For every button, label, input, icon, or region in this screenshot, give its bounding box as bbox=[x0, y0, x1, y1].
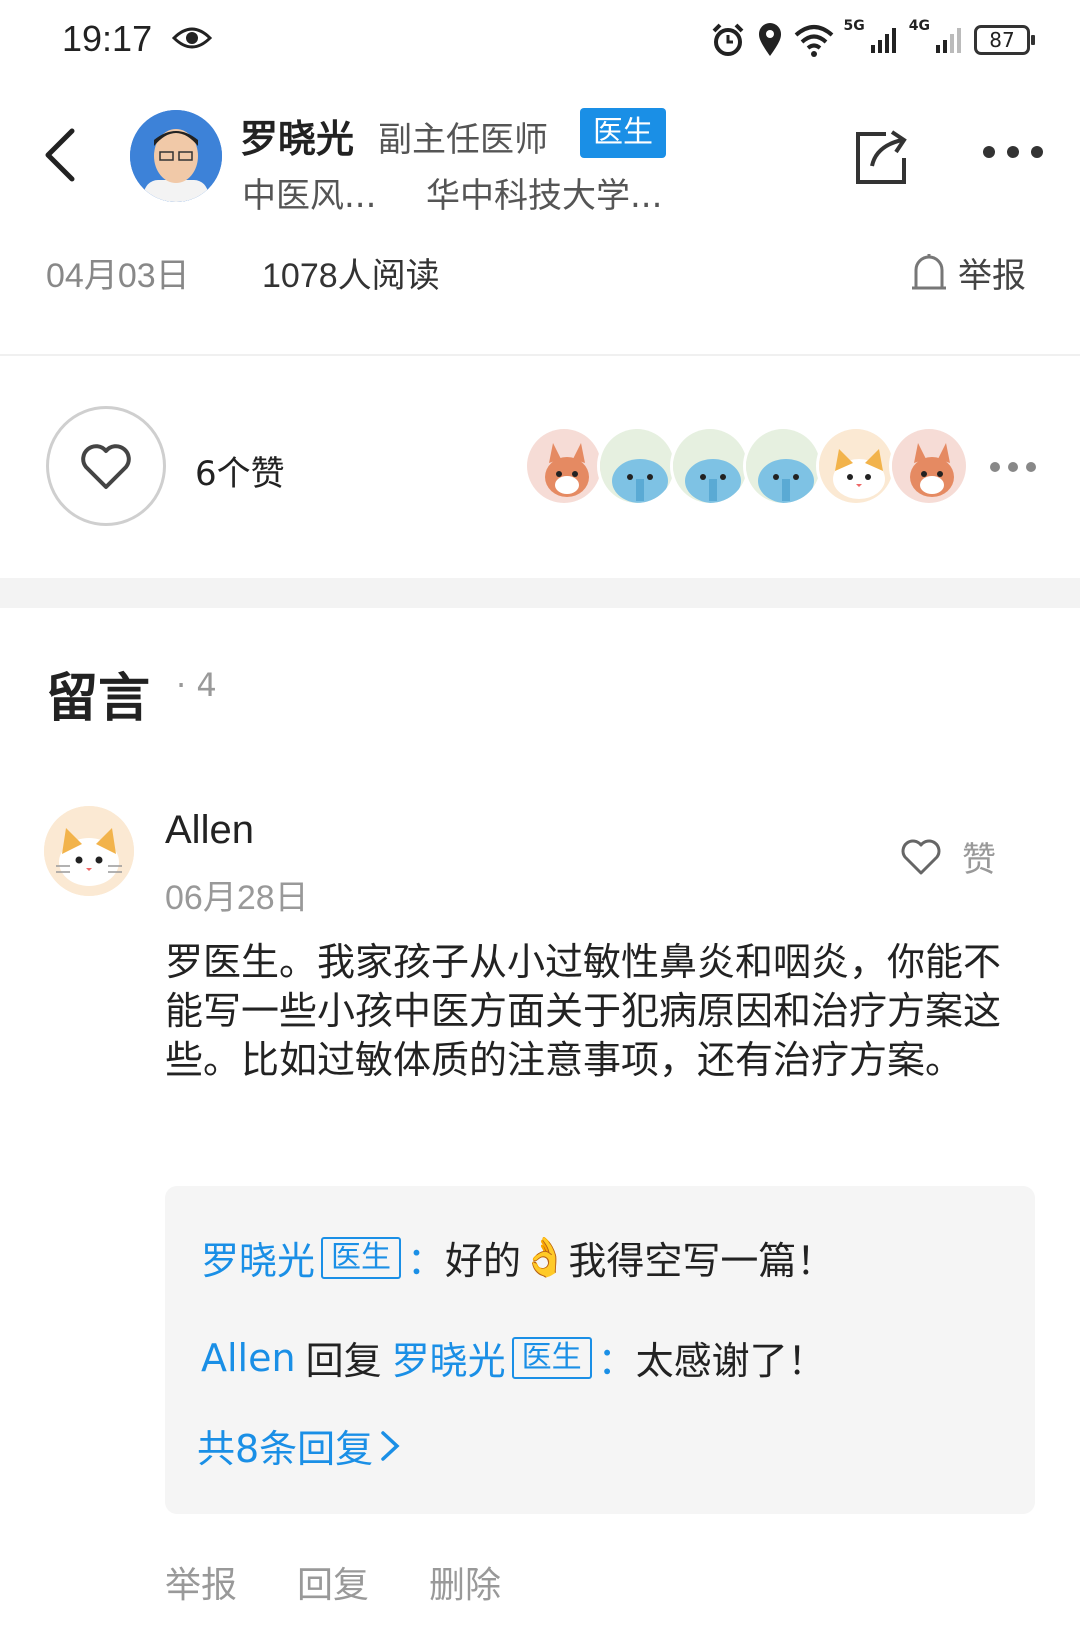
reply-author[interactable]: 罗晓光 bbox=[201, 1230, 315, 1285]
doctor-tag: 医生 bbox=[511, 1336, 592, 1379]
author-hospital: 华中科技大学... bbox=[426, 176, 663, 216]
replies-box: 罗晓光 医生 ： 好的 👌 我得空写一篇！ Allen 回复 罗晓光 医生 ： … bbox=[165, 1186, 1035, 1514]
likes-count: 6个赞 bbox=[195, 454, 285, 494]
doctor-tag: 医生 bbox=[321, 1236, 402, 1279]
signal-icon-2 bbox=[936, 28, 961, 53]
section-separator bbox=[0, 578, 1080, 608]
heart-icon bbox=[901, 839, 941, 874]
reply-author[interactable]: Allen bbox=[201, 1336, 296, 1380]
comment-like-button[interactable]: 赞 bbox=[900, 832, 996, 881]
comment-reply-button[interactable]: 回复 bbox=[297, 1556, 369, 1608]
divider bbox=[0, 354, 1080, 356]
author-name[interactable]: 罗晓光 bbox=[240, 108, 354, 163]
reply-item[interactable]: Allen 回复 罗晓光 医生 ： 太感谢了！ bbox=[201, 1330, 826, 1385]
reply-verb: 回复 bbox=[305, 1339, 382, 1383]
comment-date: 06月28日 bbox=[165, 879, 309, 917]
reply-separator: ： bbox=[407, 1239, 446, 1283]
battery-icon: 87 bbox=[974, 25, 1035, 55]
liker-avatar-elephant[interactable] bbox=[743, 426, 823, 506]
comment-report-button[interactable]: 举报 bbox=[165, 1556, 237, 1608]
reply-text: 好的 bbox=[445, 1239, 522, 1283]
back-arrow-icon[interactable] bbox=[40, 125, 80, 185]
view-all-replies-link[interactable]: 共8条回复 bbox=[197, 1418, 401, 1473]
report-button[interactable]: 举报 bbox=[910, 248, 1026, 297]
liker-avatar-elephant[interactable] bbox=[670, 426, 750, 506]
liker-avatar-squirrel[interactable] bbox=[524, 426, 604, 506]
reply-text: 我得空写一篇！ bbox=[568, 1239, 835, 1283]
view-all-replies-label: 共8条回复 bbox=[197, 1427, 374, 1471]
reply-item[interactable]: 罗晓光 医生 ： 好的 👌 我得空写一篇！ bbox=[201, 1230, 834, 1285]
comment-delete-button[interactable]: 删除 bbox=[429, 1556, 501, 1608]
liker-avatar-squirrel[interactable] bbox=[889, 426, 969, 506]
commenter-avatar[interactable] bbox=[44, 806, 134, 896]
liker-avatar-elephant[interactable] bbox=[597, 426, 677, 506]
alarm-icon bbox=[712, 23, 743, 56]
comments-title: 留言 bbox=[46, 669, 151, 729]
reply-target[interactable]: 罗晓光 bbox=[392, 1330, 506, 1385]
report-icon bbox=[912, 253, 946, 289]
more-options-icon[interactable] bbox=[982, 145, 1044, 159]
comments-count: · 4 bbox=[176, 666, 217, 704]
signal-icon bbox=[870, 28, 896, 53]
comment-body: 罗医生。我家孩子从小过敏性鼻炎和咽炎，你能不能写一些小孩中医方面关于犯病原因和治… bbox=[165, 940, 1002, 1082]
network-label-5g: 5G bbox=[843, 18, 865, 34]
report-label: 举报 bbox=[958, 256, 1026, 296]
reply-text: 太感谢了！ bbox=[635, 1339, 826, 1383]
network-label-4g: 4G bbox=[908, 18, 930, 34]
author-department: 中医风... bbox=[242, 176, 377, 216]
reply-separator: ： bbox=[597, 1339, 636, 1383]
author-title: 副主任医师 bbox=[378, 120, 548, 160]
comment-author[interactable]: Allen bbox=[165, 808, 254, 853]
post-date: 04月03日 bbox=[46, 257, 190, 295]
comment-actions: 举报 回复 删除 bbox=[165, 1556, 501, 1608]
eye-icon bbox=[172, 27, 212, 49]
status-time: 19:17 bbox=[62, 18, 153, 59]
status-icons: 5G 4G 87 bbox=[710, 18, 1035, 62]
more-likers-icon[interactable] bbox=[988, 460, 1038, 474]
like-button[interactable] bbox=[46, 406, 166, 526]
location-icon bbox=[758, 23, 781, 56]
doctor-badge: 医生 bbox=[580, 108, 666, 158]
comment-like-label: 赞 bbox=[962, 840, 996, 880]
chevron-right-icon bbox=[381, 1430, 400, 1461]
wifi-icon bbox=[794, 25, 833, 57]
read-count: 1078人阅读 bbox=[262, 257, 440, 295]
heart-icon bbox=[81, 444, 131, 489]
author-avatar[interactable] bbox=[130, 110, 222, 202]
ok-hand-emoji: 👌 bbox=[521, 1235, 569, 1279]
liker-avatar-cat[interactable] bbox=[816, 426, 896, 506]
share-icon[interactable] bbox=[850, 128, 912, 186]
